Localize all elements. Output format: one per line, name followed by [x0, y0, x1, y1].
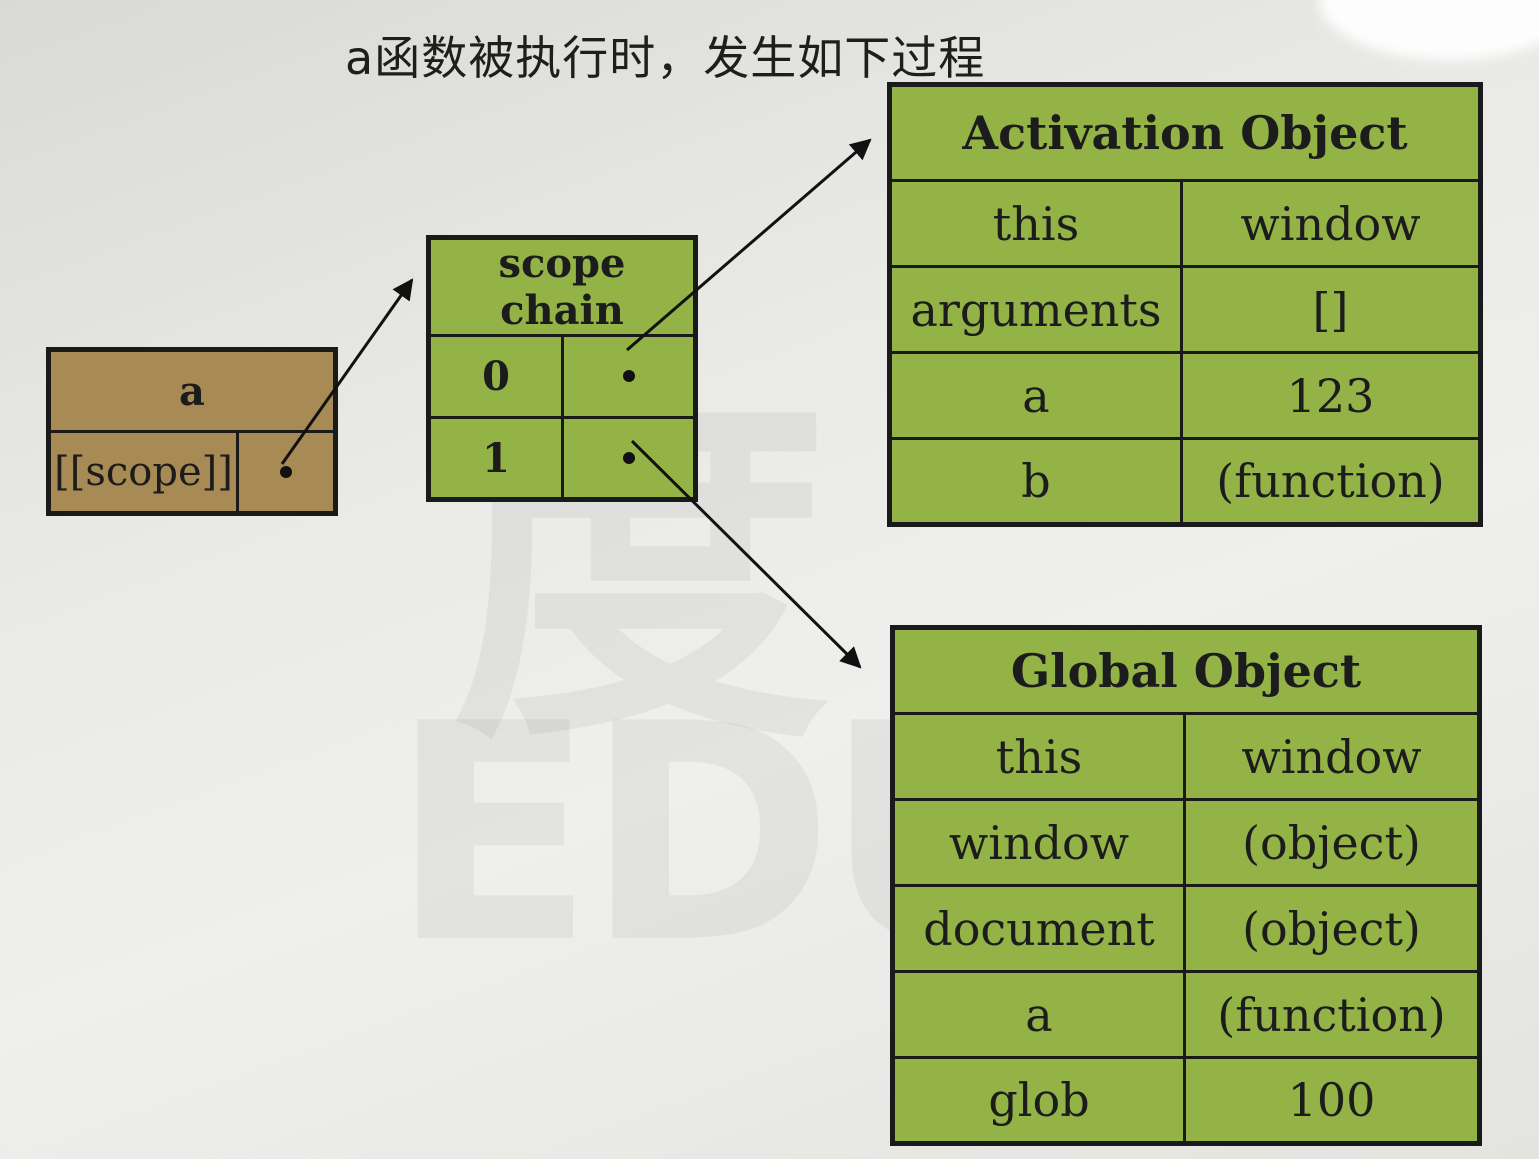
arrow-chain1-to-global [630, 439, 862, 669]
arrow-scope-to-chain [280, 278, 414, 465]
pointer-arrows [280, 138, 872, 669]
arrow-chain0-to-activation [626, 138, 872, 352]
